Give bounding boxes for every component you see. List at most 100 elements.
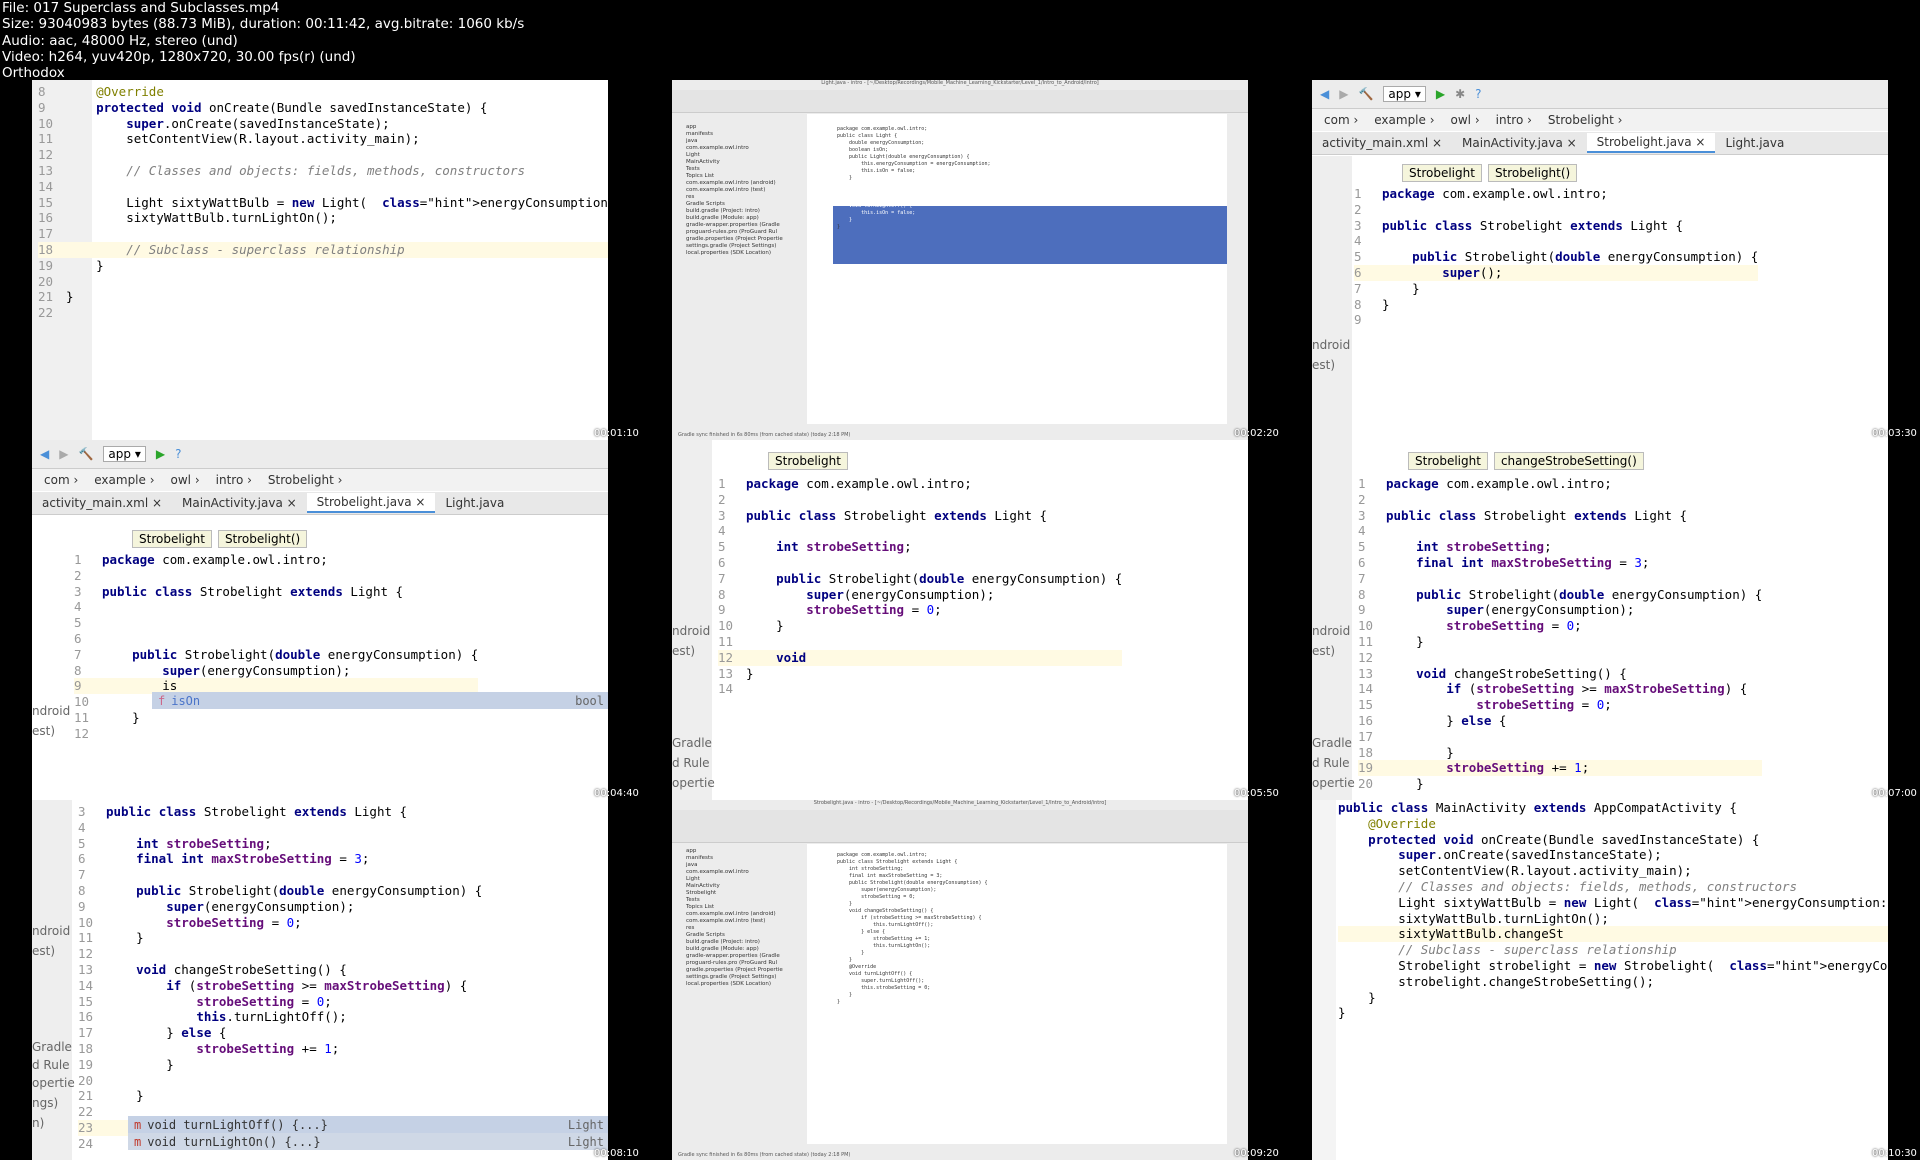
code-line[interactable]: 9 protected void onCreate(Bundle savedIn… <box>38 100 608 116</box>
code-line[interactable]: 17 <box>38 226 608 242</box>
help-icon[interactable]: ? <box>175 447 181 461</box>
code-line[interactable]: } <box>837 196 991 203</box>
code-line[interactable]: 4 <box>74 599 478 615</box>
code-line[interactable]: final int maxStrobeSetting = 3; <box>837 873 988 880</box>
code-line[interactable]: public Light(double energyConsumption) { <box>837 154 991 161</box>
code-line[interactable]: 22 <box>38 305 608 321</box>
scope-class[interactable]: Strobelight <box>1408 452 1488 470</box>
code-line[interactable]: 10 super.onCreate(savedInstanceState); <box>38 116 608 132</box>
code-line[interactable]: 18 // Subclass - superclass relationship <box>38 241 608 258</box>
code-line[interactable]: void changeStrobeSetting() { <box>837 908 988 915</box>
code-line[interactable]: strobelight.changeStrobeSetting(); <box>1338 974 1888 990</box>
tree-item[interactable]: com.example.owl.intro (android) <box>686 911 806 918</box>
code-line[interactable]: this.isOn = false; <box>837 168 991 175</box>
code-line[interactable]: 1 package com.example.owl.intro; <box>74 552 478 568</box>
code-line[interactable]: 16 this.turnLightOff(); <box>78 1009 482 1025</box>
breadcrumb-item[interactable]: owl › <box>1445 112 1486 128</box>
code-line[interactable]: 12 <box>78 946 482 962</box>
tree-item[interactable]: res <box>686 194 806 201</box>
breadcrumb-item[interactable]: Strobelight › <box>1542 112 1629 128</box>
autocomplete-item[interactable]: m void turnLightOff() {...} Light <box>128 1116 608 1133</box>
code-line[interactable]: package com.example.owl.intro; <box>837 126 991 133</box>
tree-item[interactable]: Tests <box>686 166 806 173</box>
tree-item[interactable]: proguard-rules.pro (ProGuard Rul <box>686 229 806 236</box>
tree-item[interactable]: local.properties (SDK Location) <box>686 250 806 257</box>
code-line[interactable]: 4 <box>1358 523 1762 539</box>
scope-ctor[interactable]: Strobelight() <box>217 530 308 548</box>
code-line[interactable]: 12 void <box>718 649 1123 666</box>
breadcrumb-item[interactable]: Strobelight › <box>262 472 349 488</box>
tree-item[interactable]: Topics List <box>686 904 806 911</box>
code-line[interactable]: void turnLightOff() { <box>837 971 988 978</box>
code-line[interactable]: 18 strobeSetting += 1; <box>78 1041 482 1057</box>
code-line[interactable]: strobeSetting = 0; <box>837 894 988 901</box>
code-line[interactable]: protected void onCreate(Bundle savedInst… <box>1338 832 1888 848</box>
breadcrumb-item[interactable]: example › <box>88 472 160 488</box>
tree-item[interactable]: gradle.properties (Project Propertie <box>686 967 806 974</box>
tree-item[interactable]: manifests <box>686 855 806 862</box>
scope-class[interactable]: Strobelight <box>132 530 212 548</box>
code-line[interactable]: 5 int strobeSetting; <box>78 836 482 852</box>
breadcrumb-item[interactable]: com › <box>38 472 84 488</box>
tree-item[interactable]: Light <box>686 152 806 159</box>
code-line[interactable]: } <box>837 901 988 908</box>
code-line[interactable]: 15 Light sixtyWattBulb = new Light( clas… <box>38 195 608 211</box>
code-line[interactable]: this.turnLightOn(); <box>837 943 988 950</box>
code-line[interactable]: 12 <box>1358 650 1762 666</box>
run-config-select[interactable]: app ▾ <box>103 446 146 462</box>
code-line[interactable]: 7 public Strobelight(double energyConsum… <box>718 571 1122 587</box>
code-line[interactable]: 14 if (strobeSetting >= maxStrobeSetting… <box>78 978 482 994</box>
autocomplete-item[interactable]: f isOn bool <box>152 692 608 709</box>
tab-activity_main-xml[interactable]: activity_main.xml × <box>1312 134 1452 152</box>
code-line[interactable]: } <box>1338 990 1888 1006</box>
code-line[interactable]: sixtyWattBulb.turnLightOn(); <box>1338 911 1888 927</box>
code-line[interactable]: 21 } <box>78 1088 482 1104</box>
tree-item[interactable]: build.gradle (Project: intro) <box>686 939 806 946</box>
code-line[interactable]: // Subclass - superclass relationship <box>1338 942 1888 958</box>
tree-item[interactable]: Gradle Scripts <box>686 932 806 939</box>
code-line[interactable]: 18 } <box>1358 745 1762 761</box>
code-line[interactable]: public class MainActivity extends AppCom… <box>1338 800 1888 816</box>
code-line[interactable]: } <box>837 950 988 957</box>
run-config-select[interactable]: app ▾ <box>1383 86 1426 102</box>
tree-item[interactable]: proguard-rules.pro (ProGuard Rul <box>686 960 806 967</box>
code-line[interactable]: Light sixtyWattBulb = new Light( class="… <box>1338 895 1888 911</box>
code-line[interactable]: 2 <box>74 568 478 584</box>
code-line[interactable]: 11 setContentView(R.layout.activity_main… <box>38 131 608 147</box>
tree-item[interactable]: com.example.owl.intro (test) <box>686 918 806 925</box>
tree-item[interactable]: gradle.properties (Project Propertie <box>686 236 806 243</box>
scope-class[interactable]: Strobelight <box>1402 164 1482 182</box>
code-line[interactable]: this.isOn = true; <box>837 189 991 196</box>
project-tree[interactable]: app manifests java com.example.owl.intro Lig… <box>686 848 806 988</box>
tree-item[interactable]: res <box>686 925 806 932</box>
code-line[interactable]: 13 void changeStrobeSetting() { <box>78 962 482 978</box>
tree-item[interactable]: app <box>686 848 806 855</box>
code-line[interactable]: 4 <box>1354 233 1758 249</box>
code-line[interactable]: 11 } <box>74 710 478 726</box>
code-line[interactable]: 14 <box>38 179 608 195</box>
build-icon[interactable]: 🔨 <box>78 447 93 461</box>
code-line[interactable]: 20 } <box>1358 776 1762 792</box>
code-line[interactable]: 2 <box>1358 492 1762 508</box>
scope-method[interactable]: changeStrobeSetting() <box>1493 452 1644 470</box>
autocomplete-popup[interactable]: m void turnLightOff() {...} Light m void tur… <box>128 1116 608 1150</box>
code-line[interactable]: } <box>837 217 991 224</box>
code-line[interactable]: double energyConsumption; <box>837 140 991 147</box>
code-line[interactable]: 5 public Strobelight(double energyConsum… <box>1354 249 1758 265</box>
code-line[interactable]: @Override <box>837 964 988 971</box>
back-icon[interactable]: ◀ <box>1320 87 1329 101</box>
code-line[interactable]: 8 public Strobelight(double energyConsum… <box>78 883 482 899</box>
breadcrumb-item[interactable]: intro › <box>210 472 258 488</box>
tree-item[interactable]: Light <box>686 876 806 883</box>
code-line[interactable]: this.strobeSetting = 0; <box>837 985 988 992</box>
code-line[interactable]: 5 int strobeSetting; <box>718 539 1122 555</box>
code-line[interactable]: } <box>837 992 988 999</box>
code-line[interactable]: 7 <box>78 867 482 883</box>
code-line[interactable]: 10 } <box>718 618 1122 634</box>
code-line[interactable]: 3 public class Strobelight extends Light … <box>1354 218 1758 234</box>
tree-item[interactable]: com.example.owl.intro <box>686 869 806 876</box>
code-line[interactable]: 1 package com.example.owl.intro; <box>718 476 1122 492</box>
code-line[interactable]: } <box>1338 1005 1888 1021</box>
code-line[interactable]: 16 sixtyWattBulb.turnLightOn(); <box>38 210 608 226</box>
code-line[interactable]: 8 super(energyConsumption); <box>718 587 1122 603</box>
